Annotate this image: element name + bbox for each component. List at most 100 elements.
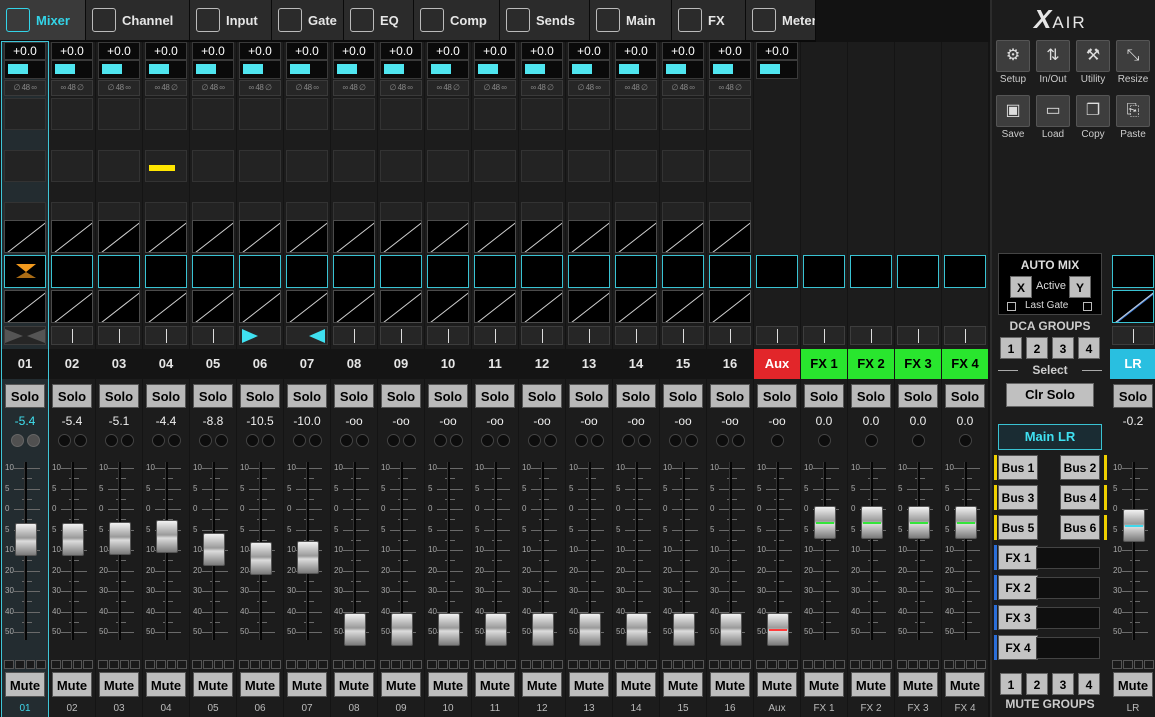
mute-button[interactable]: Mute <box>287 672 327 697</box>
mute-button[interactable]: Mute <box>240 672 280 697</box>
dca-button-4[interactable]: 4 <box>1078 337 1100 359</box>
channel-name[interactable]: 16 <box>707 349 753 379</box>
dynamics-block[interactable] <box>98 150 140 182</box>
pan-control[interactable] <box>98 326 140 345</box>
lr-pan-control[interactable] <box>1112 326 1154 345</box>
channel-flags[interactable]: ∞ 48 ∅ <box>709 80 751 96</box>
comp-box[interactable] <box>662 255 704 288</box>
channel-name[interactable]: 14 <box>613 349 659 379</box>
main-lr-button[interactable]: Main LR <box>998 424 1102 450</box>
gain-display[interactable]: +0.0 <box>239 42 281 60</box>
dynamics-block[interactable] <box>51 98 93 130</box>
solo-button[interactable]: Solo <box>898 384 938 408</box>
pan-control[interactable] <box>521 326 563 345</box>
tab-mixer[interactable]: Mixer <box>0 0 86 42</box>
bus-button-6[interactable]: Bus 6 <box>1060 515 1100 540</box>
channel-fader-cap[interactable] <box>908 505 930 539</box>
pan-control[interactable] <box>333 326 375 345</box>
dca-button-1[interactable]: 1 <box>1000 337 1022 359</box>
lr-mute-button[interactable]: Mute <box>1113 672 1153 697</box>
channel-fader-cap[interactable] <box>767 613 789 646</box>
channel-fader-cap[interactable] <box>626 613 648 646</box>
channel-flags[interactable]: ∞ 48 ∅ <box>239 80 281 96</box>
bus-button-3[interactable]: Bus 3 <box>998 485 1038 510</box>
eq-curve[interactable] <box>521 220 563 253</box>
dynamics-block[interactable] <box>615 98 657 130</box>
dynamics-block[interactable] <box>427 150 469 182</box>
mute-button[interactable]: Mute <box>52 672 92 697</box>
solo-button[interactable]: Solo <box>428 384 468 408</box>
gain-display[interactable]: +0.0 <box>145 42 187 60</box>
output-curve[interactable] <box>568 290 610 323</box>
pan-control[interactable] <box>756 326 798 345</box>
comp-box[interactable] <box>474 255 516 288</box>
channel-fader-cap[interactable] <box>250 541 272 575</box>
channel-name[interactable]: FX 4 <box>942 349 988 379</box>
comp-box[interactable] <box>521 255 563 288</box>
eq-curve[interactable] <box>286 220 328 253</box>
dynamics-block[interactable] <box>333 98 375 130</box>
eq-curve[interactable] <box>333 220 375 253</box>
channel-flags[interactable]: ∅ 48 ∞ <box>286 80 328 96</box>
pan-control[interactable] <box>897 326 939 345</box>
solo-button[interactable]: Solo <box>381 384 421 408</box>
dynamics-block[interactable] <box>4 98 46 130</box>
fx-send-button-4[interactable]: FX 4 <box>998 635 1038 660</box>
comp-box[interactable] <box>4 255 46 288</box>
channel-fader-cap[interactable] <box>344 613 366 646</box>
eq-curve[interactable] <box>380 220 422 253</box>
channel-flags[interactable]: ∅ 48 ∞ <box>192 80 234 96</box>
solo-button[interactable]: Solo <box>287 384 327 408</box>
pan-control[interactable] <box>145 326 187 345</box>
eq-curve[interactable] <box>568 220 610 253</box>
solo-button[interactable]: Solo <box>5 384 45 408</box>
comp-box[interactable] <box>286 255 328 288</box>
lr-comp-box[interactable] <box>1112 255 1154 288</box>
tab-comp[interactable]: Comp <box>414 0 500 42</box>
tab-meter[interactable]: Meter <box>746 0 816 42</box>
dynamics-block[interactable] <box>568 98 610 130</box>
channel-flags[interactable]: ∅ 48 ∞ <box>4 80 46 96</box>
mute-group-button-1[interactable]: 1 <box>1000 673 1022 695</box>
dynamics-block[interactable] <box>192 98 234 130</box>
channel-flags[interactable]: ∅ 48 ∞ <box>474 80 516 96</box>
channel-name[interactable]: 15 <box>660 349 706 379</box>
output-curve[interactable] <box>709 290 751 323</box>
output-curve[interactable] <box>615 290 657 323</box>
eq-curve[interactable] <box>4 220 46 253</box>
comp-box[interactable] <box>615 255 657 288</box>
lr-fader-cap[interactable] <box>1123 508 1145 542</box>
mute-button[interactable]: Mute <box>851 672 891 697</box>
dca-button-2[interactable]: 2 <box>1026 337 1048 359</box>
solo-button[interactable]: Solo <box>99 384 139 408</box>
channel-name[interactable]: 10 <box>425 349 471 379</box>
gain-display[interactable]: +0.0 <box>192 42 234 60</box>
mute-button[interactable]: Mute <box>146 672 186 697</box>
channel-fader-cap[interactable] <box>297 540 319 574</box>
dynamics-block[interactable] <box>380 98 422 130</box>
output-curve[interactable] <box>333 290 375 323</box>
dynamics-block[interactable] <box>427 98 469 130</box>
channel-flags[interactable]: ∅ 48 ∞ <box>662 80 704 96</box>
fx-send-button-1[interactable]: FX 1 <box>998 545 1038 570</box>
pan-control[interactable] <box>709 326 751 345</box>
dynamics-block[interactable] <box>615 150 657 182</box>
dynamics-block[interactable] <box>521 98 563 130</box>
channel-fader-cap[interactable] <box>532 613 554 646</box>
channel-flags[interactable]: ∞ 48 ∅ <box>615 80 657 96</box>
gain-display[interactable]: +0.0 <box>380 42 422 60</box>
eq-curve[interactable] <box>239 220 281 253</box>
gain-display[interactable]: +0.0 <box>51 42 93 60</box>
output-curve[interactable] <box>427 290 469 323</box>
solo-button[interactable]: Solo <box>240 384 280 408</box>
mute-button[interactable]: Mute <box>522 672 562 697</box>
dca-button-3[interactable]: 3 <box>1052 337 1074 359</box>
pan-control[interactable] <box>286 326 328 345</box>
mute-group-button-4[interactable]: 4 <box>1078 673 1100 695</box>
dynamics-block[interactable] <box>521 150 563 182</box>
mute-button[interactable]: Mute <box>428 672 468 697</box>
tab-sends[interactable]: Sends <box>500 0 590 42</box>
channel-name[interactable]: FX 3 <box>895 349 941 379</box>
copy-button[interactable]: ❐ Copy <box>1074 95 1112 140</box>
eq-curve[interactable] <box>145 220 187 253</box>
